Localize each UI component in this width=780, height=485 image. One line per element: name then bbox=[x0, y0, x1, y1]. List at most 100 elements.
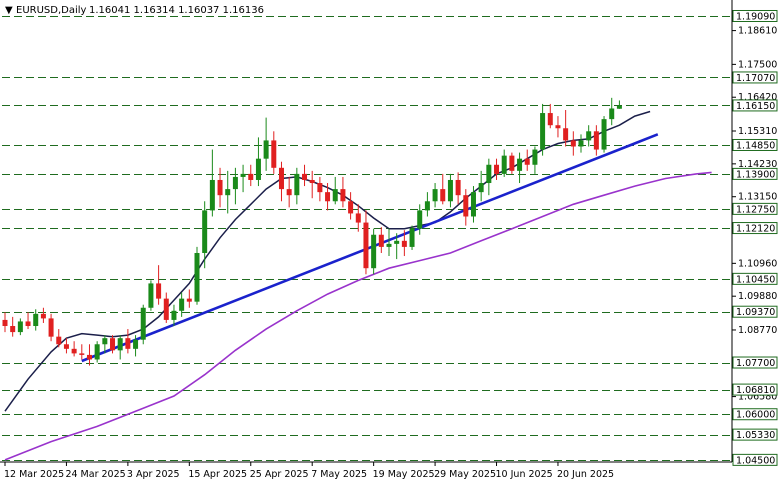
time-tick-label: 7 May 2025 bbox=[311, 469, 367, 480]
candle-body bbox=[102, 338, 108, 345]
candle-body bbox=[409, 228, 415, 247]
level-price-label: 1.14850 bbox=[736, 140, 775, 151]
candle-body bbox=[570, 140, 576, 147]
candle-body bbox=[171, 310, 177, 320]
candle-body bbox=[186, 298, 192, 302]
candle-body bbox=[555, 125, 561, 129]
price-tick-label: 1.18610 bbox=[738, 26, 777, 37]
candle-body bbox=[302, 173, 308, 180]
candle-body bbox=[401, 240, 407, 247]
candle-body bbox=[616, 105, 622, 109]
candle-body bbox=[317, 183, 323, 193]
price-tick-label: 1.17500 bbox=[738, 59, 777, 70]
candle-body bbox=[494, 164, 500, 174]
candle-body bbox=[225, 189, 231, 196]
candle-body bbox=[232, 176, 238, 190]
candle-body bbox=[486, 164, 492, 184]
support-trendline[interactable] bbox=[81, 133, 659, 363]
candle-body bbox=[125, 338, 131, 349]
candle-body bbox=[470, 192, 476, 217]
time-tick-label: 24 Mar 2025 bbox=[65, 469, 125, 480]
time-tick-label: 3 Apr 2025 bbox=[127, 469, 180, 480]
candle-body bbox=[294, 173, 300, 196]
candle-body bbox=[586, 131, 592, 141]
candle-body bbox=[355, 213, 361, 223]
candle-body bbox=[440, 189, 446, 202]
time-tick-label: 25 Apr 2025 bbox=[250, 469, 309, 480]
candle-body bbox=[463, 195, 469, 217]
candle-body bbox=[148, 283, 154, 308]
candle-body bbox=[609, 108, 615, 120]
time-tick-label: 10 Jun 2025 bbox=[496, 469, 553, 480]
moving-averages bbox=[4, 110, 712, 461]
candle-body bbox=[248, 173, 254, 180]
candle-body bbox=[501, 155, 507, 174]
candle-body bbox=[271, 140, 277, 168]
candle-body bbox=[194, 252, 200, 302]
time-axis: 12 Mar 2025 24 Mar 2025 3 Apr 2025 15 Apr 2… bbox=[4, 462, 614, 480]
candle-body bbox=[10, 326, 16, 333]
candle-body bbox=[278, 167, 284, 190]
level-price-label: 1.17070 bbox=[736, 73, 775, 84]
candle-body bbox=[509, 155, 515, 171]
level-price-label: 1.09370 bbox=[736, 307, 775, 318]
candle-body bbox=[478, 183, 484, 193]
level-price-label: 1.05330 bbox=[736, 430, 775, 441]
candle-body bbox=[63, 344, 69, 349]
candle-body bbox=[133, 339, 139, 349]
candle-body bbox=[48, 318, 54, 337]
candle-body bbox=[363, 222, 369, 269]
candle-body bbox=[578, 140, 584, 147]
symbol-timeframe-label: EURUSD,Daily bbox=[16, 5, 87, 16]
price-tick-label: 1.15310 bbox=[738, 126, 777, 137]
level-price-label: 1.13900 bbox=[736, 169, 775, 180]
level-price-label: 1.12120 bbox=[736, 224, 775, 235]
price-tick-label: 1.10960 bbox=[738, 258, 777, 269]
candle-body bbox=[209, 179, 215, 211]
price-tick-label: 1.13150 bbox=[738, 192, 777, 203]
candle-body bbox=[25, 321, 31, 327]
candle-body bbox=[593, 131, 599, 150]
level-price-label: 1.04500 bbox=[736, 455, 775, 466]
candle-body bbox=[140, 307, 146, 340]
candle-body bbox=[332, 189, 338, 202]
time-tick-label: 12 Mar 2025 bbox=[4, 469, 64, 480]
price-tick-label: 1.08770 bbox=[738, 325, 777, 336]
candle-body bbox=[524, 158, 530, 165]
candle-body bbox=[17, 321, 23, 333]
candle-body bbox=[386, 243, 392, 247]
candle-body bbox=[432, 189, 438, 202]
symbol-dropdown-icon[interactable]: ▼ bbox=[5, 5, 13, 16]
candle-body bbox=[255, 158, 261, 180]
candle-body bbox=[240, 173, 246, 177]
candle-body bbox=[86, 354, 92, 360]
candle-body bbox=[117, 338, 123, 351]
chart-canvas[interactable]: 1.186101.175001.164201.153101.142301.131… bbox=[0, 0, 780, 485]
price-tick-label: 1.09880 bbox=[738, 291, 777, 302]
candle-body bbox=[563, 128, 569, 141]
candle-body bbox=[601, 119, 607, 150]
chart-title: ▼ EURUSD,Daily 1.16041 1.16314 1.16037 1… bbox=[5, 5, 264, 16]
level-price-label: 1.10450 bbox=[736, 274, 775, 285]
candle-body bbox=[163, 298, 169, 320]
level-price-label: 1.16150 bbox=[736, 101, 775, 112]
candle-body bbox=[417, 210, 423, 229]
trendline-layer[interactable] bbox=[81, 133, 659, 363]
candle-body bbox=[156, 283, 162, 299]
candle-body bbox=[517, 158, 523, 171]
candle-body bbox=[56, 336, 62, 345]
candle-body bbox=[94, 344, 100, 360]
candle-body bbox=[325, 192, 331, 202]
candle-body bbox=[263, 140, 269, 159]
level-price-label: 1.19090 bbox=[736, 11, 775, 22]
time-tick-label: 29 May 2025 bbox=[434, 469, 496, 480]
level-price-label: 1.06810 bbox=[736, 385, 775, 396]
candle-body bbox=[371, 234, 377, 269]
candle-body bbox=[394, 240, 400, 244]
time-tick-label: 19 May 2025 bbox=[373, 469, 435, 480]
candle-body bbox=[2, 319, 8, 327]
candle-body bbox=[202, 210, 208, 253]
candle-body bbox=[378, 234, 384, 247]
candle-body bbox=[540, 113, 546, 150]
ohlc-readout: 1.16041 1.16314 1.16037 1.16136 bbox=[89, 5, 264, 16]
